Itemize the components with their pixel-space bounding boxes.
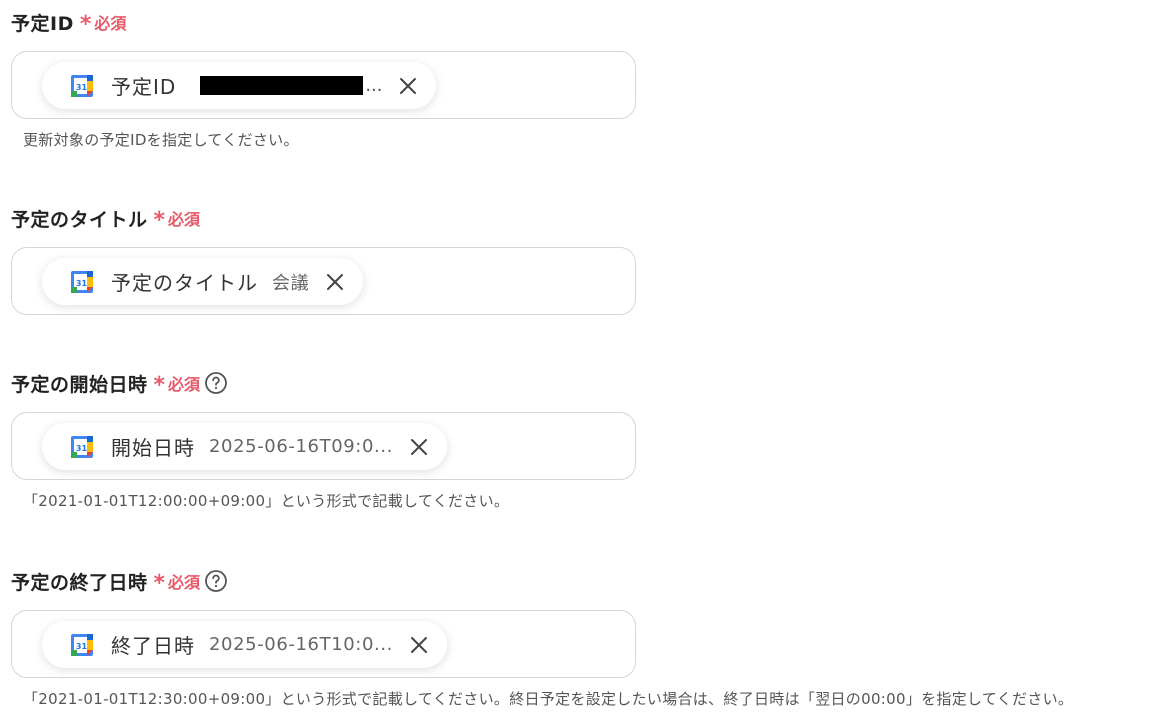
- close-icon[interactable]: [396, 74, 420, 98]
- field-label-row: 予定の終了日時 * 必須: [11, 567, 228, 595]
- chip-label: 予定のタイトル: [111, 271, 258, 295]
- google-calendar-icon: 31: [71, 270, 93, 293]
- required-label: 必須: [94, 14, 127, 33]
- field-label-row: 予定のタイトル * 必須: [11, 204, 200, 232]
- help-circle-icon[interactable]: [204, 569, 228, 593]
- field-label: 予定の終了日時: [11, 571, 148, 594]
- chip-value-ellipsis: ...: [365, 75, 383, 96]
- field-label: 予定ID: [11, 12, 74, 35]
- variable-chip[interactable]: 31 終了日時 2025-06-16T10:0...: [42, 621, 447, 668]
- chip-value: 2025-06-16T10:0...: [209, 634, 393, 655]
- field-hint: 更新対象の予定IDを指定してください。: [23, 131, 299, 149]
- required-asterisk: *: [153, 208, 166, 233]
- required-label: 必須: [168, 375, 201, 394]
- chip-label: 予定ID: [111, 75, 177, 99]
- variable-chip[interactable]: 31 開始日時 2025-06-16T09:0...: [42, 423, 447, 470]
- required-label: 必須: [168, 210, 201, 229]
- required-asterisk: *: [153, 373, 166, 398]
- event-start-input[interactable]: 31 開始日時 2025-06-16T09:0...: [11, 412, 636, 480]
- field-hint: 「2021-01-01T12:30:00+09:00」という形式で記載してくださ…: [23, 690, 1074, 708]
- google-calendar-icon: 31: [71, 74, 93, 97]
- chip-value: 2025-06-16T09:0...: [209, 436, 393, 457]
- chip-label: 終了日時: [111, 634, 195, 658]
- required-label: 必須: [168, 573, 201, 592]
- svg-text:31: 31: [76, 642, 88, 651]
- google-calendar-icon: 31: [71, 633, 93, 656]
- field-label: 予定のタイトル: [11, 208, 148, 231]
- field-label-row: 予定の開始日時 * 必須: [11, 369, 228, 397]
- event-title-input[interactable]: 31 予定のタイトル 会議: [11, 247, 636, 315]
- chip-value: 会議: [272, 272, 310, 294]
- variable-chip[interactable]: 31 予定ID ...: [42, 62, 437, 109]
- event-end-input[interactable]: 31 終了日時 2025-06-16T10:0...: [11, 610, 636, 678]
- svg-text:31: 31: [76, 83, 88, 92]
- google-calendar-icon: 31: [71, 435, 93, 458]
- event-id-input[interactable]: 31 予定ID ...: [11, 51, 636, 119]
- svg-text:31: 31: [76, 444, 88, 453]
- field-hint: 「2021-01-01T12:00:00+09:00」という形式で記載してくださ…: [23, 492, 510, 510]
- field-label: 予定の開始日時: [11, 373, 148, 396]
- field-label-row: 予定ID * 必須: [11, 8, 126, 36]
- svg-text:31: 31: [76, 279, 88, 288]
- variable-chip[interactable]: 31 予定のタイトル 会議: [42, 258, 364, 305]
- required-asterisk: *: [153, 571, 166, 596]
- close-icon[interactable]: [323, 270, 347, 294]
- redacted-value: [200, 76, 364, 95]
- chip-label: 開始日時: [111, 436, 195, 460]
- close-icon[interactable]: [407, 633, 431, 657]
- help-circle-icon[interactable]: [204, 371, 228, 395]
- close-icon[interactable]: [407, 435, 431, 459]
- required-asterisk: *: [79, 12, 92, 37]
